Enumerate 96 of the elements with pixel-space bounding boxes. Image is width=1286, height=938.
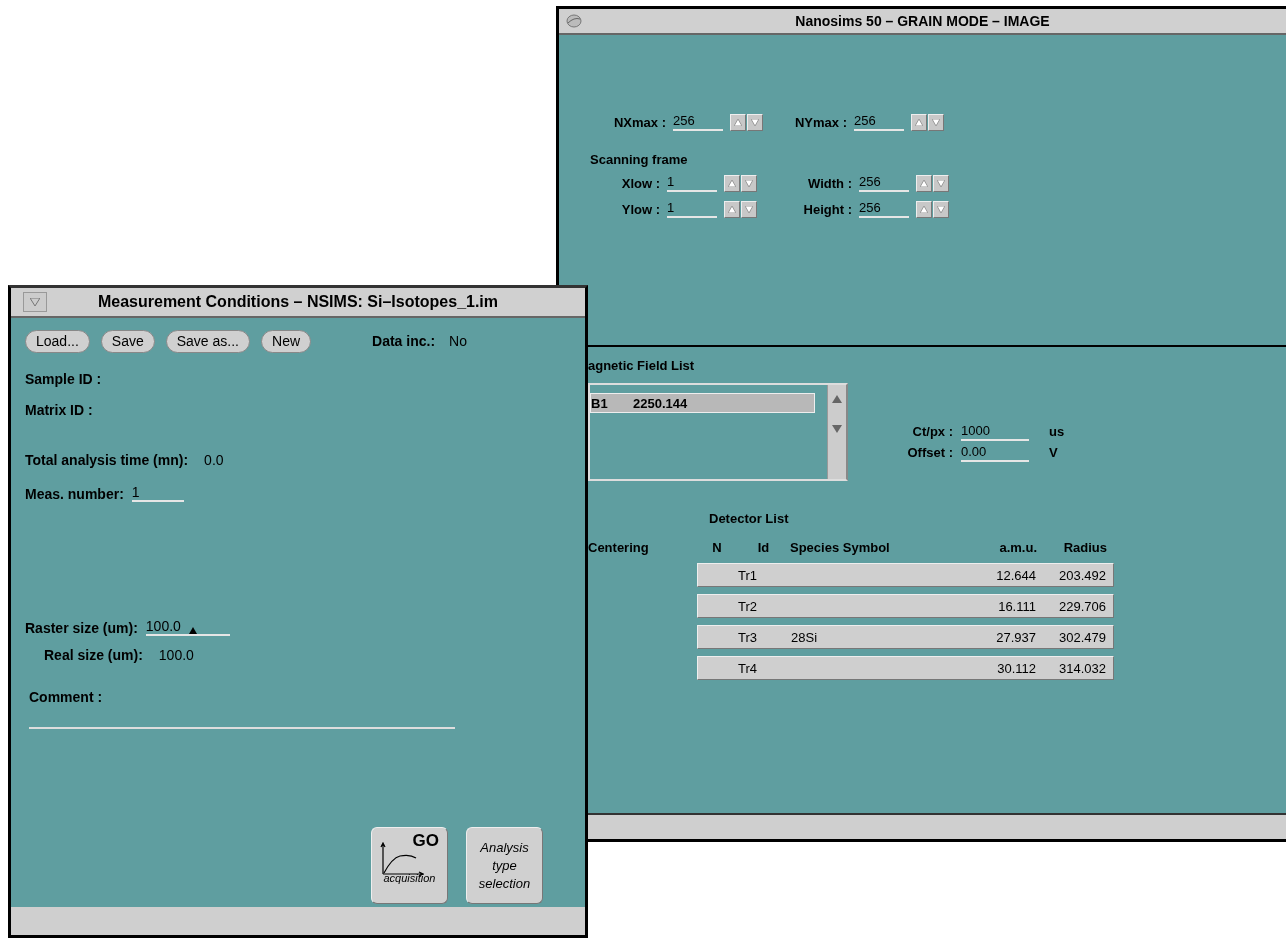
table-cell-text: Tr4 (738, 660, 759, 676)
detector-row[interactable]: Tr3 28Si 27.937 302.479 (697, 625, 1114, 649)
window-title: Nanosims 50 – GRAIN MODE – IMAGE (795, 13, 1050, 29)
spin-down-button[interactable] (933, 174, 949, 192)
input-field[interactable]: 1000 (961, 422, 1029, 441)
toolbar-button[interactable]: Save (100, 329, 155, 353)
up-triangle-icon (734, 118, 742, 126)
up-triangle-icon (920, 205, 928, 213)
input-field[interactable]: 256 (673, 113, 723, 131)
table-cell: 12.644 (996, 567, 1036, 583)
table-cell-text: Tr3 (738, 629, 759, 645)
down-triangle-icon (932, 118, 940, 126)
detector-row[interactable]: Tr4 30.112 314.032 (697, 656, 1114, 680)
section-heading: agnetic Field List (588, 358, 696, 373)
globe-icon[interactable] (565, 13, 583, 29)
toolbar-button[interactable]: New (261, 329, 312, 353)
column-header: Radius (1062, 540, 1107, 555)
column-header: Id (756, 540, 771, 555)
table-cell: 229.706 (1059, 598, 1106, 614)
field-label: Data inc.: (372, 333, 436, 349)
field-label: Width : (807, 175, 852, 191)
caret-icon (188, 627, 197, 634)
unit-label: V (1049, 445, 1058, 460)
table-cell: 302.479 (1059, 629, 1106, 645)
detector-row[interactable]: Tr2 16.111 229.706 (697, 594, 1114, 618)
field-label: Height : (802, 201, 852, 217)
table-cell: 16.111 (998, 598, 1036, 614)
toolbar-button[interactable]: Load... (25, 329, 90, 353)
field-label: Meas. number: (25, 486, 124, 502)
input-field[interactable]: 256 (859, 174, 909, 192)
input-field[interactable]: 0.00 (961, 443, 1029, 462)
column-header: Centering (588, 540, 650, 555)
section-heading: Scanning frame (590, 152, 689, 167)
field-label: Comment : (28, 689, 103, 705)
field-label: Total analysis time (mn): (25, 452, 189, 468)
spin-up-button[interactable] (916, 200, 932, 218)
up-triangle-icon (920, 179, 928, 187)
spin-down-button[interactable] (928, 113, 944, 131)
down-triangle-icon (745, 205, 753, 213)
spin-down-button[interactable] (747, 113, 763, 131)
up-triangle-icon (728, 205, 736, 213)
down-triangle-icon (751, 118, 759, 126)
input-field[interactable]: 100.0 (145, 618, 230, 636)
go-acquisition-button[interactable]: GO acquisition (371, 827, 448, 904)
down-triangle-icon (745, 179, 753, 187)
column-header: Species Symbol (790, 540, 891, 555)
field-value: 100.0 (158, 647, 194, 663)
spin-down-button[interactable] (741, 200, 757, 218)
field-value: 0.0 (204, 452, 224, 468)
table-cell: 30.112 (997, 660, 1036, 676)
window-title: Measurement Conditions – NSIMS: Si–Isotopes_1.im (97, 293, 499, 311)
field-label: Matrix ID : (25, 402, 93, 418)
spin-up-button[interactable] (724, 200, 740, 218)
field-label: Ylow : (620, 201, 660, 217)
field-label: Xlow : (620, 175, 660, 191)
down-triangle-icon (832, 425, 842, 433)
table-cell-text: Tr2 (738, 598, 759, 614)
spin-up-button[interactable] (916, 174, 932, 192)
section-heading: Detector List (709, 511, 790, 526)
list-item[interactable]: B1 2250.144 (590, 393, 815, 413)
down-triangle-icon (30, 298, 40, 306)
field-label: Sample ID : (25, 371, 102, 387)
field-label: NXmax : (612, 114, 666, 130)
field-label: Raster size (um): (25, 620, 138, 636)
up-triangle-icon (728, 179, 736, 187)
column-header: a.m.u. (998, 540, 1037, 555)
field-value: No (449, 333, 467, 349)
table-cell: 314.032 (1059, 660, 1106, 676)
down-triangle-icon (937, 205, 945, 213)
input-field[interactable]: 256 (854, 113, 904, 131)
spin-down-button[interactable] (741, 174, 757, 192)
scrollbar[interactable] (827, 385, 846, 479)
input-field[interactable]: 1 (131, 484, 184, 502)
analysis-type-button[interactable]: Analysis type selection (466, 827, 543, 904)
unit-label: us (1049, 424, 1065, 439)
table-cell-text: Tr1 (738, 567, 759, 583)
toolbar-button[interactable]: Save as... (165, 329, 250, 353)
down-triangle-icon (937, 179, 945, 187)
input-field[interactable]: 256 (859, 200, 909, 218)
field-label: NYmax : (793, 114, 847, 130)
field-label: Real size (um): (44, 647, 143, 663)
spin-up-button[interactable] (911, 113, 927, 131)
detector-row[interactable]: Tr1 12.644 203.492 (697, 563, 1114, 587)
up-triangle-icon (832, 395, 842, 403)
table-cell: 27.937 (996, 629, 1036, 645)
input-field[interactable]: 1 (667, 174, 717, 192)
up-triangle-icon (915, 118, 923, 126)
field-label: Offset : (906, 445, 953, 460)
field-label: Ct/px : (911, 424, 953, 439)
table-cell: 203.492 (1059, 567, 1106, 583)
spin-up-button[interactable] (724, 174, 740, 192)
spin-down-button[interactable] (933, 200, 949, 218)
input-field[interactable]: 1 (667, 200, 717, 218)
column-header: N (711, 540, 723, 555)
spin-up-button[interactable] (730, 113, 746, 131)
table-cell: 28Si (791, 629, 818, 645)
